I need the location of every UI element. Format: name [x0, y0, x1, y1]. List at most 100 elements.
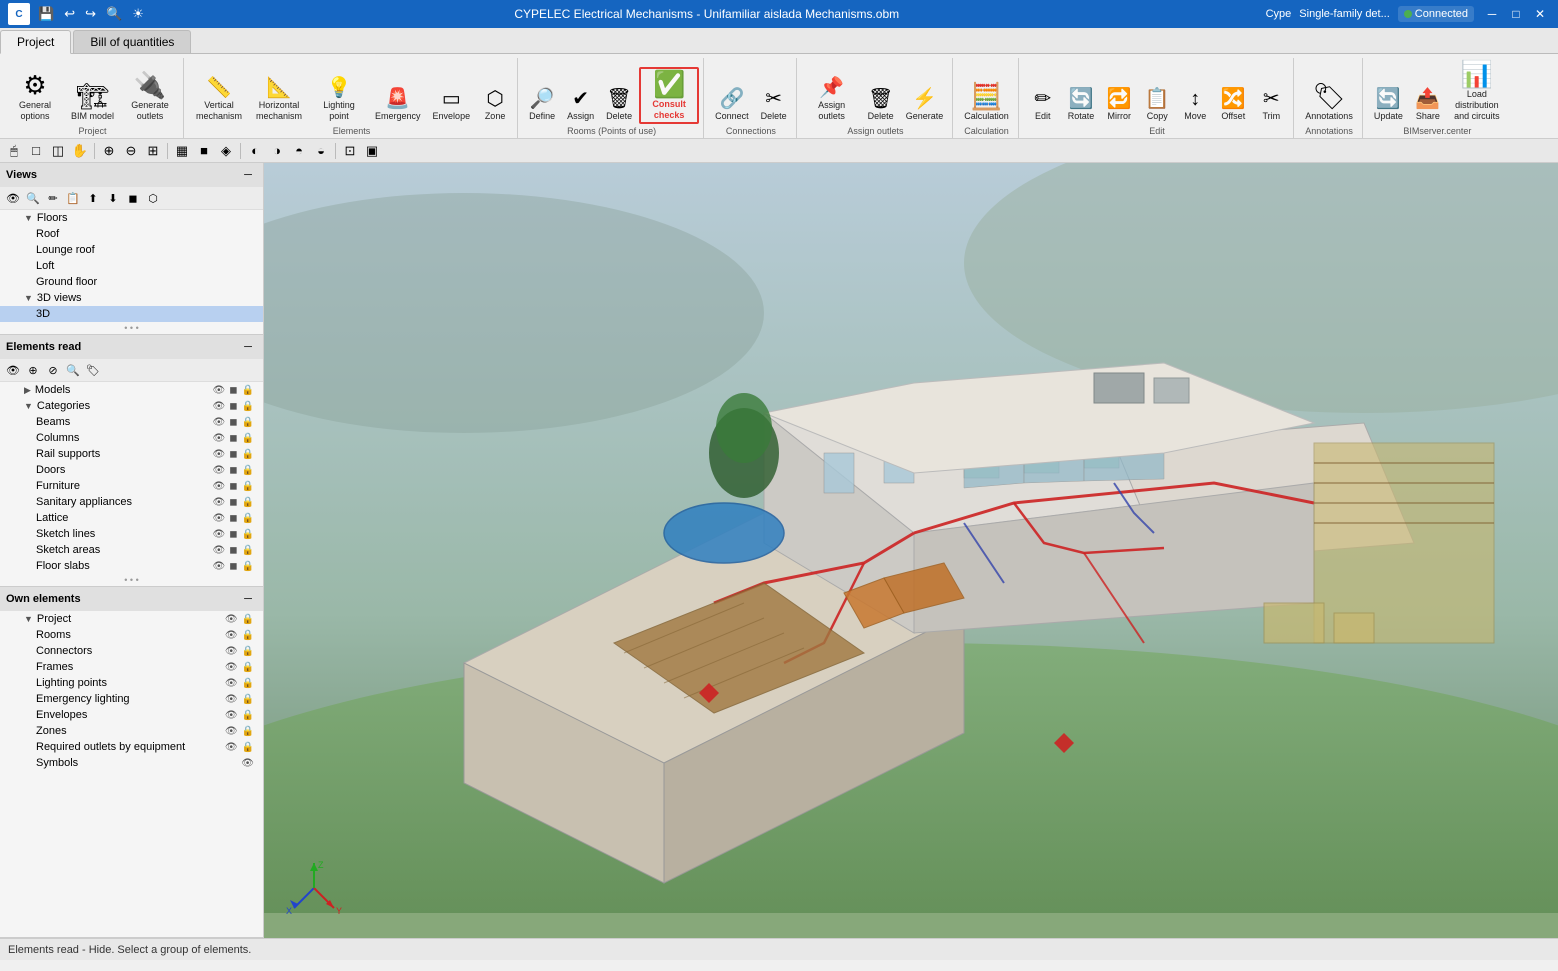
delete-rooms-btn[interactable]: 🗑 Delete	[601, 86, 637, 125]
envelopes-eye-icon[interactable]: 👁	[224, 710, 239, 721]
models-eye-icon[interactable]: 👁	[212, 385, 227, 396]
horizontal-mechanism-btn[interactable]: 📐 Horizontal mechanism	[250, 75, 308, 125]
sanitary-eye-icon[interactable]: 👁	[212, 497, 227, 508]
close-btn[interactable]: ✕	[1530, 4, 1550, 24]
envelope-btn[interactable]: ▭ Envelope	[428, 86, 476, 125]
tool-pan[interactable]: ✋	[70, 141, 90, 161]
floors-group[interactable]: ▼ Floors	[0, 210, 263, 226]
tool-zoom-fit[interactable]: ⊞	[143, 141, 163, 161]
bim-model-btn[interactable]: 🏗 BIM model	[66, 80, 119, 125]
load-distribution-btn[interactable]: 📊 Load distribution and circuits	[1448, 58, 1506, 124]
floor-lounge-roof[interactable]: Lounge roof	[0, 242, 263, 258]
tool-transparent[interactable]: ◈	[216, 141, 236, 161]
doors-cube-icon[interactable]: ◼	[228, 465, 238, 476]
beams-lock-icon[interactable]: 🔒	[241, 417, 255, 428]
delete-connections-btn[interactable]: ✂ Delete	[756, 86, 792, 125]
vertical-mechanism-btn[interactable]: 📏 Vertical mechanism	[190, 75, 248, 125]
rooms-eye-icon[interactable]: 👁	[224, 630, 239, 641]
required-outlets-lock-icon[interactable]: 🔒	[241, 742, 255, 753]
viewport[interactable]: X Y Z	[264, 163, 1558, 938]
models-cube-icon[interactable]: ◼	[228, 385, 238, 396]
search-btn[interactable]: 🔍	[102, 4, 126, 24]
categories-eye-icon[interactable]: 👁	[212, 401, 227, 412]
connectors-eye-icon[interactable]: 👁	[224, 646, 239, 657]
furniture-item[interactable]: Furniture 👁 ◼ 🔒	[0, 478, 263, 494]
redo-btn[interactable]: ↪	[81, 4, 100, 24]
lattice-eye-icon[interactable]: 👁	[212, 513, 227, 524]
doors-eye-icon[interactable]: 👁	[212, 465, 227, 476]
tool-cursor[interactable]: 🖱	[4, 141, 24, 161]
annotate-btn[interactable]: 🏷 Annotations	[1300, 80, 1358, 125]
mirror-btn[interactable]: 🔁 Mirror	[1101, 86, 1137, 125]
move-btn[interactable]: ↕ Move	[1177, 86, 1213, 125]
lighting-point-btn[interactable]: 💡 Lighting point	[310, 75, 368, 125]
furniture-eye-icon[interactable]: 👁	[212, 481, 227, 492]
columns-eye-icon[interactable]: 👁	[212, 433, 227, 444]
categories-group[interactable]: ▼ Categories 👁 ◼ 🔒	[0, 398, 263, 414]
copy-btn[interactable]: 📋 Copy	[1139, 86, 1175, 125]
tool-wireframe[interactable]: ▦	[172, 141, 192, 161]
frames-lock-icon[interactable]: 🔒	[241, 662, 255, 673]
lattice-cube-icon[interactable]: ◼	[228, 513, 238, 524]
sketch-areas-lock-icon[interactable]: 🔒	[241, 545, 255, 556]
own-elements-panel-header[interactable]: Own elements ─	[0, 587, 263, 611]
calculation-btn[interactable]: 🧮 Calculation	[959, 80, 1014, 125]
floor-loft[interactable]: Loft	[0, 258, 263, 274]
columns-cube-icon[interactable]: ◼	[228, 433, 238, 444]
views-collapse-btn[interactable]: ─	[239, 166, 257, 184]
views-tool-7[interactable]: ◼	[124, 189, 142, 207]
elements-tool-2[interactable]: ⊕	[24, 361, 42, 379]
floor-roof[interactable]: Roof	[0, 226, 263, 242]
tool-solid[interactable]: ■	[194, 141, 214, 161]
categories-lock-icon[interactable]: 🔒	[241, 401, 255, 412]
emergency-lighting-lock-icon[interactable]: 🔒	[241, 694, 255, 705]
categories-cube-icon[interactable]: ◼	[228, 401, 238, 412]
emergency-lighting-item[interactable]: Emergency lighting 👁 🔒	[0, 691, 263, 707]
3d-views-group[interactable]: ▼ 3D views	[0, 290, 263, 306]
beams-cube-icon[interactable]: ◼	[228, 417, 238, 428]
rotate-btn[interactable]: 🔄 Rotate	[1063, 86, 1100, 125]
required-outlets-item[interactable]: Required outlets by equipment 👁 🔒	[0, 739, 263, 755]
frames-item[interactable]: Frames 👁 🔒	[0, 659, 263, 675]
models-lock-icon[interactable]: 🔒	[241, 385, 255, 396]
sun-btn[interactable]: ☀	[128, 4, 148, 24]
consult-checks-btn[interactable]: ✅ Consult checks	[639, 67, 699, 125]
tool-grid[interactable]: ⊡	[340, 141, 360, 161]
models-group[interactable]: ▶ Models 👁 ◼ 🔒	[0, 382, 263, 398]
sanitary-item[interactable]: Sanitary appliances 👁 ◼ 🔒	[0, 494, 263, 510]
delete-outlets-btn[interactable]: 🗑 Delete	[863, 86, 899, 125]
floor-slabs-lock-icon[interactable]: 🔒	[241, 561, 255, 572]
tab-project[interactable]: Project	[0, 30, 71, 54]
views-tool-4[interactable]: 📋	[64, 189, 82, 207]
frames-eye-icon[interactable]: 👁	[224, 662, 239, 673]
rail-supports-eye-icon[interactable]: 👁	[212, 449, 227, 460]
update-btn[interactable]: 🔄 Update	[1369, 86, 1408, 125]
generate-outlets-main-btn[interactable]: ⚡ Generate	[901, 86, 949, 125]
required-outlets-eye-icon[interactable]: 👁	[224, 742, 239, 753]
views-tool-5[interactable]: ⬆	[84, 189, 102, 207]
share-btn[interactable]: 📤 Share	[1410, 86, 1446, 125]
lighting-points-item[interactable]: Lighting points 👁 🔒	[0, 675, 263, 691]
zones-item[interactable]: Zones 👁 🔒	[0, 723, 263, 739]
rail-supports-lock-icon[interactable]: 🔒	[241, 449, 255, 460]
project-lock-icon[interactable]: 🔒	[241, 614, 255, 625]
generate-outlets-btn[interactable]: 🔌 Generate outlets	[121, 69, 179, 125]
general-options-btn[interactable]: ⚙ General options	[6, 69, 64, 125]
sanitary-cube-icon[interactable]: ◼	[228, 497, 238, 508]
assign-btn[interactable]: ✔ Assign	[562, 86, 599, 125]
columns-item[interactable]: Columns 👁 ◼ 🔒	[0, 430, 263, 446]
connectors-lock-icon[interactable]: 🔒	[241, 646, 255, 657]
rail-supports-item[interactable]: Rail supports 👁 ◼ 🔒	[0, 446, 263, 462]
elements-panel-header[interactable]: Elements read ─	[0, 335, 263, 359]
envelopes-item[interactable]: Envelopes 👁 🔒	[0, 707, 263, 723]
tab-bill-of-quantities[interactable]: Bill of quantities	[73, 30, 191, 53]
beams-eye-icon[interactable]: 👁	[212, 417, 227, 428]
floor-ground-floor[interactable]: Ground floor	[0, 274, 263, 290]
zone-btn[interactable]: ⬡ Zone	[477, 86, 513, 125]
emergency-btn[interactable]: 🚨 Emergency	[370, 86, 426, 125]
connect-btn[interactable]: 🔗 Connect	[710, 86, 754, 125]
edit-btn[interactable]: ✏ Edit	[1025, 86, 1061, 125]
elements-tool-5[interactable]: 🏷	[84, 361, 102, 379]
tool-view-3d[interactable]: ◒	[311, 141, 331, 161]
floor-slabs-cube-icon[interactable]: ◼	[228, 561, 238, 572]
